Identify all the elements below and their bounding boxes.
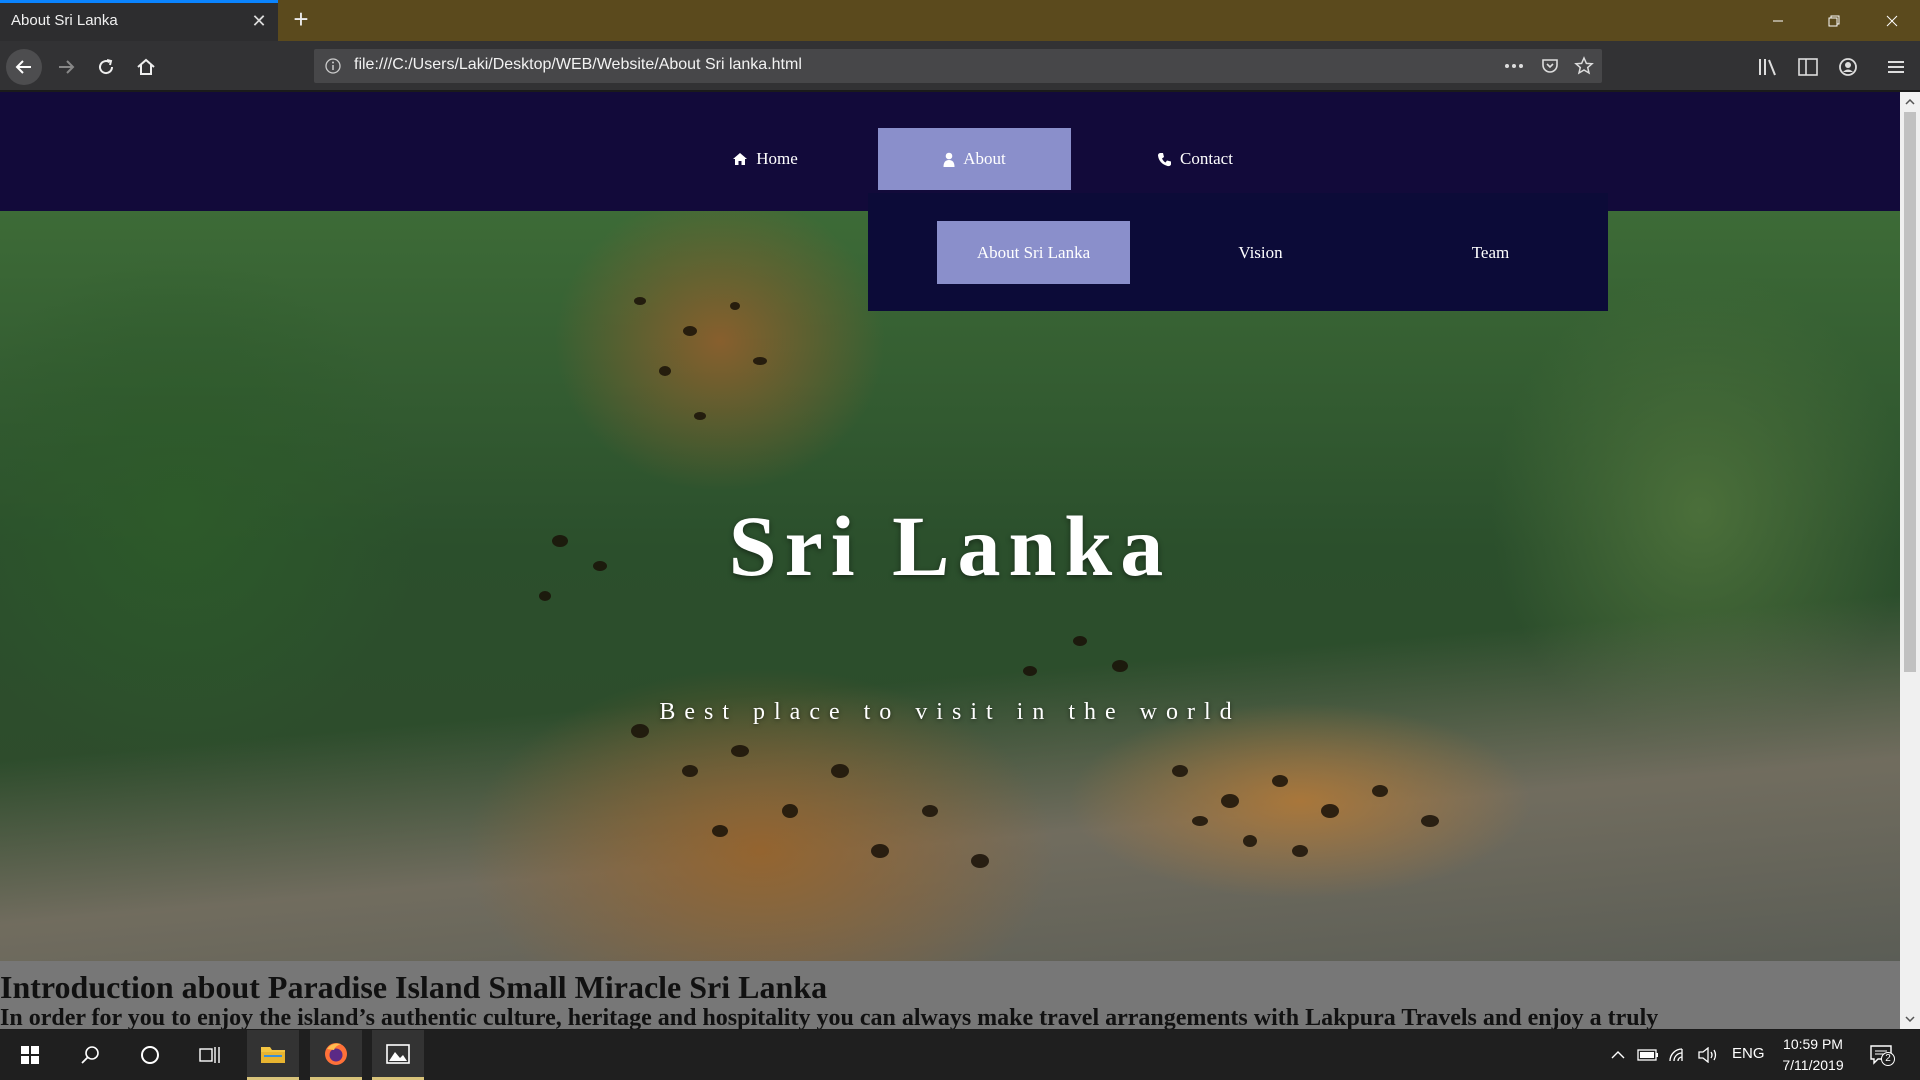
menu-about-label: About xyxy=(963,149,1006,168)
restore-icon xyxy=(1828,15,1840,26)
info-icon[interactable] xyxy=(324,57,342,75)
page-actions-button[interactable] xyxy=(1502,55,1526,77)
arrow-right-icon xyxy=(59,60,75,74)
volume-icon[interactable] xyxy=(1696,1043,1720,1067)
account-icon xyxy=(1839,58,1857,76)
chevron-down-icon xyxy=(1905,1016,1915,1022)
menu-contact-label: Contact xyxy=(1180,149,1233,168)
show-hidden-icons-button[interactable] xyxy=(1606,1043,1630,1067)
reload-icon xyxy=(99,59,114,75)
intro-paragraph: In order for you to enjoy the island’s a… xyxy=(0,1005,1659,1029)
firefox-icon xyxy=(325,1042,347,1065)
menu-contact[interactable]: Contact xyxy=(1095,128,1295,190)
task-view-button[interactable] xyxy=(184,1030,236,1080)
system-clock[interactable]: 10:59 PM 7/11/2019 xyxy=(1772,1034,1854,1076)
action-center-button[interactable]: 2 xyxy=(1866,1040,1896,1070)
restore-window-button[interactable] xyxy=(1806,0,1862,41)
minimize-window-button[interactable] xyxy=(1750,0,1806,41)
windows-taskbar: ENG 10:59 PM 7/11/2019 2 xyxy=(0,1030,1920,1080)
wifi-icon[interactable] xyxy=(1666,1043,1690,1067)
scroll-down-button[interactable] xyxy=(1900,1009,1920,1029)
battery-icon[interactable] xyxy=(1636,1043,1660,1067)
scrollbar-thumb[interactable] xyxy=(1904,112,1916,672)
library-icon xyxy=(1759,59,1776,76)
notification-count-badge: 2 xyxy=(1881,1052,1895,1066)
hero-subtitle: Best place to visit in the world xyxy=(659,699,1241,725)
new-tab-button[interactable]: + xyxy=(289,6,313,32)
hero-banner: Sri Lanka Best place to visit in the wor… xyxy=(0,211,1900,961)
clock-time: 10:59 PM xyxy=(1783,1036,1843,1052)
page-scrollbar[interactable] xyxy=(1900,92,1920,1029)
home-button[interactable] xyxy=(128,49,164,85)
submenu-vision[interactable]: Vision xyxy=(1164,221,1357,284)
reload-button[interactable] xyxy=(88,49,124,85)
url-text[interactable]: file:///C:/Users/Laki/Desktop/WEB/Websit… xyxy=(354,56,802,74)
tab-title: About Sri Lanka xyxy=(11,12,118,29)
close-icon xyxy=(1886,15,1898,26)
menu-button[interactable] xyxy=(1882,53,1910,81)
minimize-icon xyxy=(1773,20,1783,21)
pocket-button[interactable] xyxy=(1538,55,1562,77)
photos-button[interactable] xyxy=(372,1030,424,1080)
search-icon xyxy=(81,1046,99,1064)
search-button[interactable] xyxy=(64,1030,116,1080)
phone-icon xyxy=(1158,152,1172,166)
browser-toolbar: file:///C:/Users/Laki/Desktop/WEB/Websit… xyxy=(0,41,1920,91)
library-button[interactable] xyxy=(1754,53,1782,81)
menu-about[interactable]: About xyxy=(878,128,1071,190)
menu-home[interactable]: Home xyxy=(665,128,865,190)
submenu-team[interactable]: Team xyxy=(1394,221,1587,284)
file-explorer-button[interactable] xyxy=(247,1030,299,1080)
page-viewport: Home About Contact Sri Lanka Best place … xyxy=(0,92,1900,1029)
intro-heading: Introduction about Paradise Island Small… xyxy=(0,969,828,1005)
intro-section: Introduction about Paradise Island Small… xyxy=(0,961,1900,1029)
chevron-up-icon xyxy=(1611,1051,1625,1059)
scroll-up-button[interactable] xyxy=(1900,92,1920,112)
menu-home-label: Home xyxy=(756,149,798,168)
cortana-button[interactable] xyxy=(124,1030,176,1080)
folder-icon xyxy=(261,1046,285,1063)
browser-tab[interactable]: About Sri Lanka ✕ xyxy=(0,0,278,41)
address-bar[interactable]: file:///C:/Users/Laki/Desktop/WEB/Websit… xyxy=(314,49,1602,83)
star-icon xyxy=(1574,56,1594,75)
hamburger-icon xyxy=(1888,61,1904,73)
chevron-up-icon xyxy=(1905,99,1915,105)
home-icon xyxy=(733,153,748,165)
photos-icon xyxy=(386,1043,410,1064)
clock-date: 7/11/2019 xyxy=(1782,1057,1844,1073)
browser-tab-bar: About Sri Lanka ✕ + xyxy=(0,0,1920,41)
sidebar-icon xyxy=(1798,58,1818,76)
tab-close-icon[interactable]: ✕ xyxy=(250,12,268,30)
firefox-button[interactable] xyxy=(310,1030,362,1080)
input-language[interactable]: ENG xyxy=(1732,1045,1765,1062)
bookmark-button[interactable] xyxy=(1572,55,1596,77)
user-icon xyxy=(943,152,955,167)
pocket-icon xyxy=(1542,59,1558,73)
back-button[interactable] xyxy=(6,49,42,85)
about-dropdown-menu: About Sri Lanka Vision Team xyxy=(868,193,1608,311)
account-button[interactable] xyxy=(1834,53,1862,81)
submenu-about-sri-lanka[interactable]: About Sri Lanka xyxy=(937,221,1130,284)
windows-logo-icon xyxy=(21,1046,39,1064)
arrow-left-icon xyxy=(15,60,31,74)
task-view-icon xyxy=(199,1047,220,1063)
more-dots-icon xyxy=(1505,64,1523,68)
close-window-button[interactable] xyxy=(1864,0,1920,41)
sidebar-toggle-button[interactable] xyxy=(1794,53,1822,81)
forward-button[interactable] xyxy=(48,49,84,85)
start-button[interactable] xyxy=(4,1030,56,1080)
hero-title: Sri Lanka xyxy=(728,498,1172,594)
home-icon xyxy=(137,58,155,75)
cortana-circle-icon xyxy=(141,1046,159,1064)
